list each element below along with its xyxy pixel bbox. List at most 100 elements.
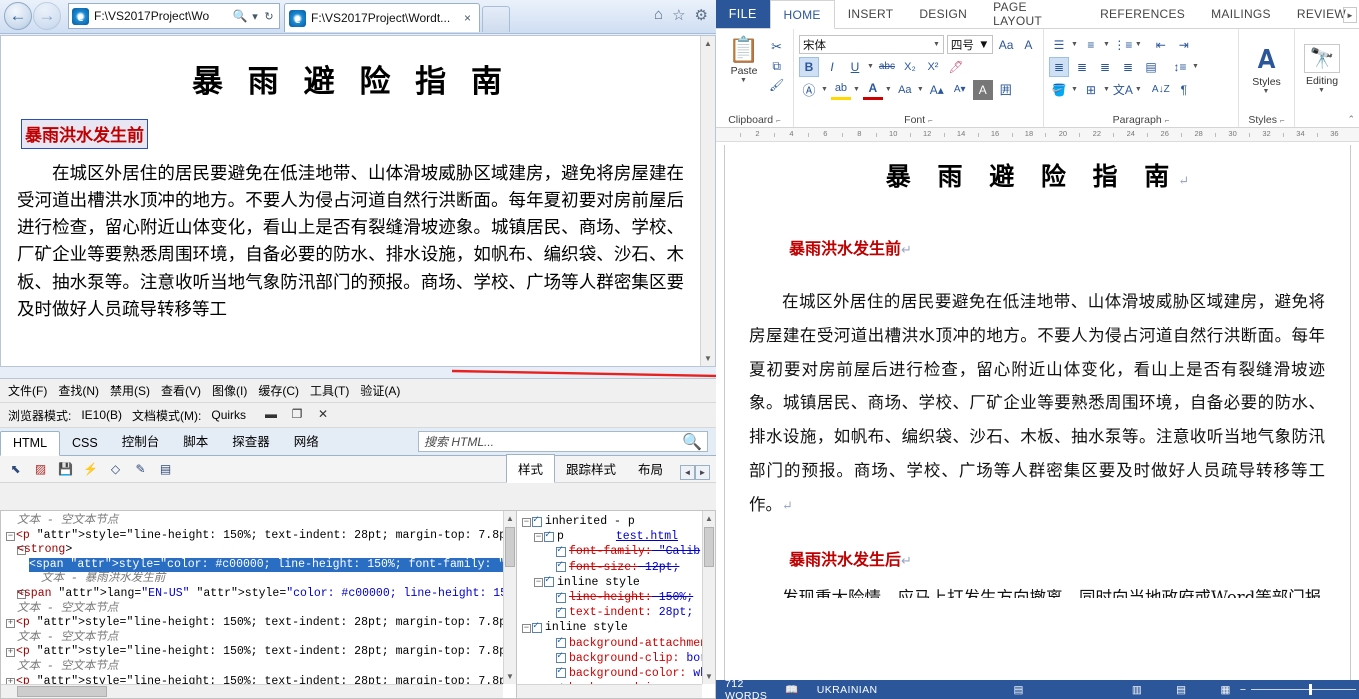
tab-scroll-right-icon[interactable]: ► [1343,7,1357,23]
dialog-launcher-icon[interactable]: ⌐ [1280,116,1285,125]
chevron-down-icon[interactable]: ▼ [1192,63,1199,70]
align-center-button[interactable]: ≣ [1072,57,1092,77]
css-rule-row[interactable]: background-color: whit [521,666,702,681]
show-formatting-marks-icon[interactable]: ¶ [1174,80,1194,100]
chevron-down-icon[interactable]: ▼ [1263,88,1270,95]
tab-console[interactable]: 控制台 [110,427,172,455]
search-icon[interactable]: 🔍 [682,432,702,452]
dom-tree-pane[interactable]: 文本 - 空文本节点 − <p "attr">style="line-height:… [0,510,517,699]
zoom-out-button[interactable]: − [1240,684,1247,696]
distributed-button[interactable]: ▤ [1141,57,1161,77]
menu-file[interactable]: 文件(F) [8,382,47,399]
chevron-down-icon[interactable]: ▼ [1103,41,1110,48]
scroll-right-icon[interactable]: ► [695,465,710,480]
read-mode-icon[interactable]: ▥ [1123,684,1151,696]
clear-browser-cache-icon[interactable]: ▨ [31,460,50,479]
increase-indent-icon[interactable]: ⇥ [1174,35,1194,55]
chevron-down-icon[interactable]: ▼ [1071,86,1078,93]
tab-profiler[interactable]: 探查器 [220,427,282,455]
tab-layout[interactable]: 布局 [627,455,674,482]
browser-mode-value[interactable]: IE10(B) [81,408,122,422]
chevron-down-icon[interactable]: ▼ [1103,86,1110,93]
chevron-down-icon[interactable]: ▼ [1135,86,1142,93]
dialog-launcher-icon[interactable]: ⌐ [1165,116,1170,125]
phonetic-guide-icon[interactable]: 文A [1113,80,1133,100]
rule-checkbox[interactable] [556,636,566,649]
macro-record-icon[interactable]: ▤ [1005,684,1033,696]
menu-tools[interactable]: 工具(T) [310,382,349,399]
forward-arrow-icon[interactable]: → [33,2,61,30]
dom-tree-row[interactable]: 文本 - 空文本节点 [5,514,503,529]
css-rule-row[interactable]: text-indent: 28pt; [521,605,702,620]
tab-design[interactable]: DESIGN [906,0,980,28]
css-rule-row[interactable]: font-size: 12pt; [521,560,702,575]
dom-tree-row[interactable]: 文本 - 空文本节点 [5,660,503,675]
home-icon[interactable]: ⌂ [654,6,663,24]
format-painter-icon[interactable]: 🖌 [769,78,784,92]
line-spacing-icon[interactable]: ↕≡ [1170,57,1190,77]
tab-script[interactable]: 脚本 [171,427,220,455]
character-shading-icon[interactable]: A [972,79,993,100]
css-vertical-scrollbar[interactable]: ▲ ▼ [702,511,715,684]
scroll-thumb[interactable] [17,686,107,697]
css-styles-pane[interactable]: −inherited - p−ptest.htmlfont-family: "C… [517,510,716,699]
expand-icon[interactable]: + [5,645,16,659]
browser-tab[interactable]: F:\VS2017Project\Wordt... × [284,3,480,32]
dom-tree-row[interactable]: + <p "attr">style="line-height: 150%; tex… [5,675,503,684]
text-effects-icon[interactable]: A [1019,35,1038,55]
css-rule-row[interactable]: line-height: 150%; [521,590,702,605]
new-tab-button[interactable] [482,6,510,32]
chevron-down-icon[interactable]: ▼ [917,86,924,93]
collapse-icon[interactable]: − [533,575,544,589]
rule-checkbox[interactable] [532,515,542,527]
dom-tree-row[interactable]: + <p "attr">style="line-height: 150%; tex… [5,616,503,631]
rule-checkbox[interactable] [556,545,566,557]
select-element-icon[interactable]: ⬉ [6,460,25,479]
expand-icon[interactable]: + [5,675,16,684]
dom-tree-row[interactable]: + <p "attr">style="line-height: 150%; tex… [5,645,503,660]
outline-icon[interactable]: ▤ [156,460,175,479]
collapse-icon[interactable]: − [521,621,532,635]
scroll-up-icon[interactable]: ▲ [701,36,715,51]
paste-button[interactable]: 📋 Paste ▼ [721,36,767,92]
highlight-color-icon[interactable]: ab [830,80,851,100]
proofing-errors-icon[interactable]: 📖 [776,683,807,696]
tab-css[interactable]: CSS [60,432,110,455]
collapse-icon[interactable]: − [5,543,26,557]
shading-icon[interactable]: 🪣 [1049,80,1069,100]
menu-view[interactable]: 查看(V) [161,382,201,399]
superscript-button[interactable]: X² [923,57,943,77]
numbering-icon[interactable]: ≡ [1081,35,1101,55]
star-icon[interactable]: ☆ [672,6,685,24]
font-name-combo[interactable]: 宋体 ▼ [799,35,944,54]
refresh-icon[interactable]: ↻ [262,10,276,23]
expand-icon[interactable]: + [5,587,26,601]
dom-vertical-scrollbar[interactable]: ▲ ▼ [503,511,516,684]
sort-icon[interactable]: A↓Z [1151,80,1171,100]
text-case-icon[interactable]: Aa [895,80,915,100]
doc-mode-value[interactable]: Quirks [211,408,246,422]
expand-icon[interactable]: + [5,616,16,630]
css-source-link[interactable]: test.html [616,529,678,544]
dom-tree-row[interactable]: 文本 - 空文本节点 [5,631,503,646]
css-rule-row[interactable]: −inline style [521,575,702,590]
address-bar[interactable]: F:\VS2017Project\Wo 🔍 ▾ ↻ [68,3,280,29]
menu-validate[interactable]: 验证(A) [360,382,400,399]
chevron-down-icon[interactable]: ▼ [978,39,989,51]
menu-find[interactable]: 查找(N) [58,382,99,399]
scroll-left-icon[interactable]: ◄ [680,465,695,480]
tab-file[interactable]: FILE [716,0,770,28]
tab-network[interactable]: 网络 [282,427,331,455]
chevron-down-icon[interactable]: ▾ [248,10,262,23]
scroll-down-icon[interactable]: ▼ [703,669,715,684]
page-vertical-scrollbar[interactable]: ▲ ▼ [700,36,715,366]
close-icon[interactable]: ✕ [314,405,332,423]
menu-cache[interactable]: 缓存(C) [258,382,299,399]
edit-icon[interactable]: ✎ [131,460,150,479]
dom-horizontal-scrollbar[interactable] [1,684,503,698]
chevron-down-icon[interactable]: ▼ [885,86,892,93]
tab-mailings[interactable]: MAILINGS [1198,0,1284,28]
rule-checkbox[interactable] [532,621,542,633]
dom-tree-row[interactable]: − <p "attr">style="line-height: 150%; tex… [5,529,503,544]
devtools-search-box[interactable]: 搜索 HTML... 🔍 [418,431,708,452]
